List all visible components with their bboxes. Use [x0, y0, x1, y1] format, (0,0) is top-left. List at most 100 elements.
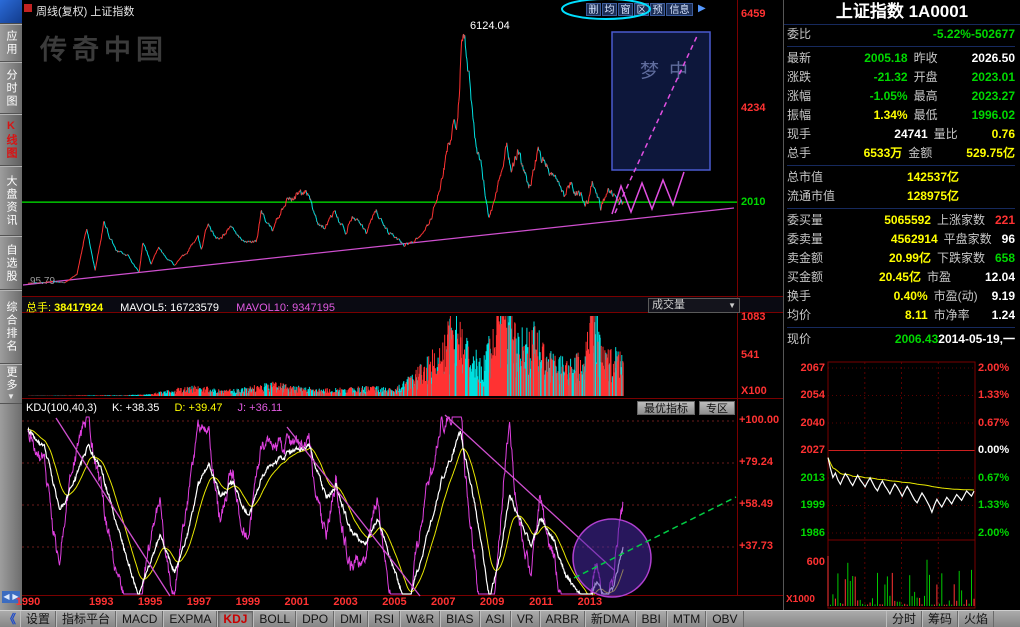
- quote-label: 量比: [928, 125, 992, 144]
- quote-value: 8.11: [839, 306, 928, 325]
- toolbar-item-BBI[interactable]: BBI: [636, 611, 667, 627]
- mavol10-label: MAVOL10:: [236, 302, 289, 314]
- window-icon: [24, 4, 32, 12]
- toolbar-item-指标平台[interactable]: 指标平台: [56, 611, 116, 627]
- delete-drawing-button[interactable]: 删: [586, 3, 601, 16]
- toolbar-item-BOLL[interactable]: BOLL: [253, 611, 296, 627]
- bottom-toolbar: 《 设置指标平台MACDEXPMAKDJBOLLDPODMIRSIW&RBIAS…: [0, 610, 1020, 627]
- quote-row: 涨幅-1.05%最高2023.27: [787, 87, 1015, 106]
- quote-label: 现手: [787, 125, 839, 144]
- toolbar-item-KDJ[interactable]: KDJ: [217, 611, 253, 627]
- volume-axis-label: 1083: [741, 311, 765, 323]
- quote-label: 涨跌: [787, 68, 839, 87]
- quote-label: 均价: [787, 306, 839, 325]
- divider: [787, 208, 1015, 209]
- minute-y-axis-label: 2067: [784, 362, 825, 374]
- collapse-toolbar-icon[interactable]: 《: [0, 611, 20, 627]
- best-indicator-button[interactable]: 最优指标: [637, 401, 695, 415]
- panel-tab-火焰[interactable]: 火焰: [958, 611, 994, 627]
- forecast-button[interactable]: 预: [650, 3, 665, 16]
- quote-value: 5065592: [839, 211, 931, 230]
- sidebar-item-apps[interactable]: 应用: [0, 24, 22, 62]
- quote-row: 委卖量4562914平盘家数96: [787, 230, 1015, 249]
- minute-pct-axis-label: 0.00%: [978, 444, 1009, 456]
- scroll-left-icon[interactable]: ◀: [2, 591, 11, 603]
- total-volume-label: 总手:: [26, 302, 51, 314]
- kdj-pane[interactable]: [22, 417, 737, 595]
- panel-tab-分时[interactable]: 分时: [886, 611, 922, 627]
- toolbar-item-设置[interactable]: 设置: [20, 611, 56, 627]
- x-axis-year: 1990: [11, 596, 45, 608]
- y-axis-label: 4234: [741, 102, 765, 114]
- quote-label: 市盈: [921, 268, 985, 287]
- quote-value: -1.05%: [839, 87, 908, 106]
- quote-value: 0.40%: [839, 287, 928, 306]
- quote-value: -502677: [971, 25, 1015, 44]
- quote-row: 总市值142537亿: [787, 168, 1015, 187]
- kdj-j-value: J: +36.11: [238, 402, 283, 414]
- kdj-axis-label: +100.00: [739, 414, 779, 426]
- divider: [787, 165, 1015, 166]
- quote-value: 12.04: [985, 268, 1015, 287]
- minute-y-axis-label: 2013: [784, 472, 825, 484]
- scroll-right-icon[interactable]: ▶: [698, 3, 706, 14]
- sidebar-item-more[interactable]: 更多▼: [0, 364, 22, 404]
- quote-label: 买金额: [787, 268, 839, 287]
- toolbar-item-DPO[interactable]: DPO: [296, 611, 334, 627]
- quote-row: 买金额20.45亿市盈12.04: [787, 268, 1015, 287]
- sidebar-item-minute-chart[interactable]: 分时图: [0, 62, 22, 114]
- sidebar-item-ranking[interactable]: 综合排名: [0, 290, 22, 364]
- quote-label: 现价: [787, 330, 839, 349]
- zone-panel-button[interactable]: 专区: [699, 401, 735, 415]
- quote-label: 市净率: [928, 306, 992, 325]
- sidebar-item-label: 更多: [3, 366, 19, 392]
- toolbar-item-W&R[interactable]: W&R: [400, 611, 440, 627]
- toolbar-item-DMI[interactable]: DMI: [334, 611, 368, 627]
- volume-pane[interactable]: [22, 313, 737, 398]
- toolbar-item-RSI[interactable]: RSI: [368, 611, 400, 627]
- minute-pct-axis-label: 0.67%: [978, 417, 1009, 429]
- toolbar-item-MTM[interactable]: MTM: [667, 611, 706, 627]
- quote-value: 0.76: [992, 125, 1015, 144]
- toolbar-item-VR[interactable]: VR: [511, 611, 540, 627]
- panel-tab-筹码[interactable]: 筹码: [922, 611, 958, 627]
- chevron-down-icon: ▼: [728, 299, 736, 312]
- quote-label: 市盈(动): [928, 287, 992, 306]
- quote-label: 最低: [908, 106, 972, 125]
- sidebar-item-watchlist[interactable]: 自选股: [0, 236, 22, 290]
- mavol5-label: MAVOL5:: [120, 302, 167, 314]
- toolbar-item-EXPMA[interactable]: EXPMA: [163, 611, 217, 627]
- toolbar-item-ARBR[interactable]: ARBR: [540, 611, 585, 627]
- quote-value: 6533万: [839, 144, 902, 163]
- minute-pct-axis-label: 1.33%: [978, 389, 1009, 401]
- quote-label: 换手: [787, 287, 839, 306]
- toolbar-item-新DMA[interactable]: 新DMA: [585, 611, 636, 627]
- quote-label: 委买量: [787, 211, 839, 230]
- quote-value: 20.45亿: [839, 268, 921, 287]
- info-button[interactable]: 信息: [666, 3, 693, 16]
- y-axis-label: 2010: [741, 196, 765, 208]
- indicator-selector[interactable]: 成交量 ▼: [648, 298, 740, 313]
- quote-row: 流通市值128975亿: [787, 187, 1015, 206]
- minute-y-axis-label: 1986: [784, 527, 825, 539]
- quote-row: 卖金额20.99亿下跌家数658: [787, 249, 1015, 268]
- quote-value: 221: [995, 211, 1015, 230]
- toolbar-item-MACD[interactable]: MACD: [116, 611, 163, 627]
- minute-y-axis-label: 2027: [784, 444, 825, 456]
- toolbar-item-ASI[interactable]: ASI: [480, 611, 511, 627]
- sidebar-item-market-news[interactable]: 大盘资讯: [0, 166, 22, 236]
- quote-row: 总手6533万金额529.75亿: [787, 144, 1015, 163]
- ma-toggle-button[interactable]: 均: [602, 3, 617, 16]
- app-logo[interactable]: [0, 0, 22, 24]
- sidebar-item-kline-chart[interactable]: K线图: [0, 114, 22, 166]
- chevron-down-icon: ▼: [7, 392, 16, 403]
- minute-pct-axis-label: 0.67%: [978, 472, 1009, 484]
- volume-axis-unit: X100: [741, 385, 767, 397]
- minute-volume-axis-label: 600: [784, 556, 825, 568]
- mavol5-value: 16723579: [170, 302, 219, 314]
- quote-row: 最新2005.18昨收2026.50: [787, 49, 1015, 68]
- toolbar-item-OBV[interactable]: OBV: [706, 611, 743, 627]
- window-layout-button[interactable]: 窗: [618, 3, 633, 16]
- zone-button[interactable]: 区: [634, 3, 649, 16]
- toolbar-item-BIAS[interactable]: BIAS: [440, 611, 479, 627]
